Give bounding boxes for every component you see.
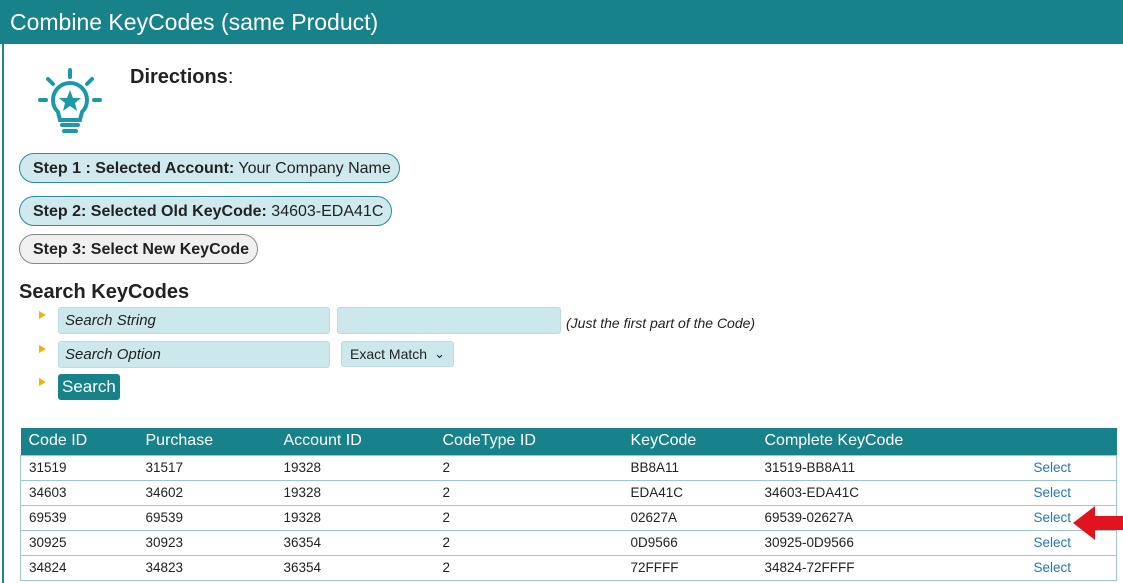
cell-account-id: 19328 bbox=[275, 479, 435, 506]
search-option-label: Search Option bbox=[58, 341, 330, 368]
table-row: 34824 34823 36354 2 72FFFF 34824-72FFFF … bbox=[20, 554, 1117, 581]
search-option-select[interactable]: Exact Match ⌄ bbox=[341, 341, 454, 367]
window-title: Combine KeyCodes (same Product) bbox=[0, 0, 1123, 44]
cell-purchase: 34823 bbox=[137, 554, 276, 581]
search-string-label: Search String bbox=[58, 307, 330, 334]
table-header-row: Code ID Purchase Account ID CodeType ID … bbox=[20, 428, 1117, 455]
cell-keycode: 72FFFF bbox=[622, 554, 757, 581]
table-row: 34603 34602 19328 2 EDA41C 34603-EDA41C … bbox=[20, 479, 1117, 506]
search-string-input[interactable] bbox=[337, 307, 561, 334]
cell-complete-keycode: 69539-02627A bbox=[756, 504, 1026, 531]
step-1-label: Step 1 : Selected Account: bbox=[33, 160, 235, 177]
bullet-icon bbox=[39, 345, 46, 353]
cell-codetype-id: 2 bbox=[434, 454, 623, 481]
table-row: 30925 30923 36354 2 0D9566 30925-0D9566 … bbox=[20, 529, 1117, 556]
cell-keycode: EDA41C bbox=[622, 479, 757, 506]
select-link[interactable]: Select bbox=[1025, 454, 1117, 481]
step-1-account[interactable]: Step 1 : Selected Account: Your Company … bbox=[19, 153, 400, 183]
cell-keycode: 02627A bbox=[622, 504, 757, 531]
bullet-icon bbox=[39, 378, 46, 386]
step-2-label: Step 2: Selected Old KeyCode: bbox=[33, 203, 267, 220]
cell-account-id: 19328 bbox=[275, 504, 435, 531]
select-link[interactable]: Select bbox=[1025, 479, 1117, 506]
bullet-icon bbox=[39, 311, 46, 319]
cell-code-id: 30925 bbox=[20, 529, 138, 556]
lightbulb-star-icon bbox=[38, 68, 102, 133]
directions-heading: Directions: bbox=[130, 66, 234, 88]
cell-complete-keycode: 34824-72FFFF bbox=[756, 554, 1026, 581]
cell-keycode: 0D9566 bbox=[622, 529, 757, 556]
red-arrow-icon bbox=[1073, 506, 1123, 540]
column-header: Purchase bbox=[137, 428, 276, 455]
column-header: Account ID bbox=[275, 428, 435, 455]
cell-code-id: 69539 bbox=[20, 504, 138, 531]
cell-codetype-id: 2 bbox=[434, 504, 623, 531]
search-section-title: Search KeyCodes bbox=[19, 281, 190, 303]
column-header: Complete KeyCode bbox=[756, 428, 1026, 455]
cell-purchase: 69539 bbox=[137, 504, 276, 531]
step-3-label: Step 3: Select New KeyCode bbox=[33, 241, 250, 258]
table-row: 69539 69539 19328 2 02627A 69539-02627A … bbox=[20, 504, 1117, 531]
cell-codetype-id: 2 bbox=[434, 479, 623, 506]
cell-purchase: 31517 bbox=[137, 454, 276, 481]
cell-code-id: 34603 bbox=[20, 479, 138, 506]
cell-account-id: 36354 bbox=[275, 554, 435, 581]
select-link[interactable]: Select bbox=[1025, 554, 1117, 581]
cell-codetype-id: 2 bbox=[434, 554, 623, 581]
cell-codetype-id: 2 bbox=[434, 529, 623, 556]
cell-keycode: BB8A11 bbox=[622, 454, 757, 481]
column-header: KeyCode bbox=[622, 428, 757, 455]
cell-purchase: 30923 bbox=[137, 529, 276, 556]
search-hint: (Just the first part of the Code) bbox=[566, 315, 756, 331]
column-header bbox=[1025, 428, 1117, 455]
step-3-new-keycode[interactable]: Step 3: Select New KeyCode bbox=[19, 234, 259, 264]
cell-code-id: 34824 bbox=[20, 554, 138, 581]
table-row: 31519 31517 19328 2 BB8A11 31519-BB8A11 … bbox=[20, 454, 1117, 481]
cell-complete-keycode: 34603-EDA41C bbox=[756, 479, 1026, 506]
cell-account-id: 36354 bbox=[275, 529, 435, 556]
cell-code-id: 31519 bbox=[20, 454, 138, 481]
cell-purchase: 34602 bbox=[137, 479, 276, 506]
step-2-old-keycode[interactable]: Step 2: Selected Old KeyCode: 34603-EDA4… bbox=[19, 196, 393, 226]
column-header: CodeType ID bbox=[434, 428, 623, 455]
cell-complete-keycode: 31519-BB8A11 bbox=[756, 454, 1026, 481]
step-2-value: 34603-EDA41C bbox=[271, 203, 384, 220]
step-1-value: Your Company Name bbox=[238, 160, 391, 177]
search-button[interactable]: Search bbox=[58, 374, 120, 400]
search-option-value: Exact Match bbox=[350, 346, 428, 362]
chevron-down-icon: ⌄ bbox=[434, 346, 445, 361]
column-header: Code ID bbox=[20, 428, 138, 455]
cell-account-id: 19328 bbox=[275, 454, 435, 481]
cell-complete-keycode: 30925-0D9566 bbox=[756, 529, 1026, 556]
keycodes-table: Code ID Purchase Account ID CodeType ID … bbox=[20, 428, 1117, 581]
